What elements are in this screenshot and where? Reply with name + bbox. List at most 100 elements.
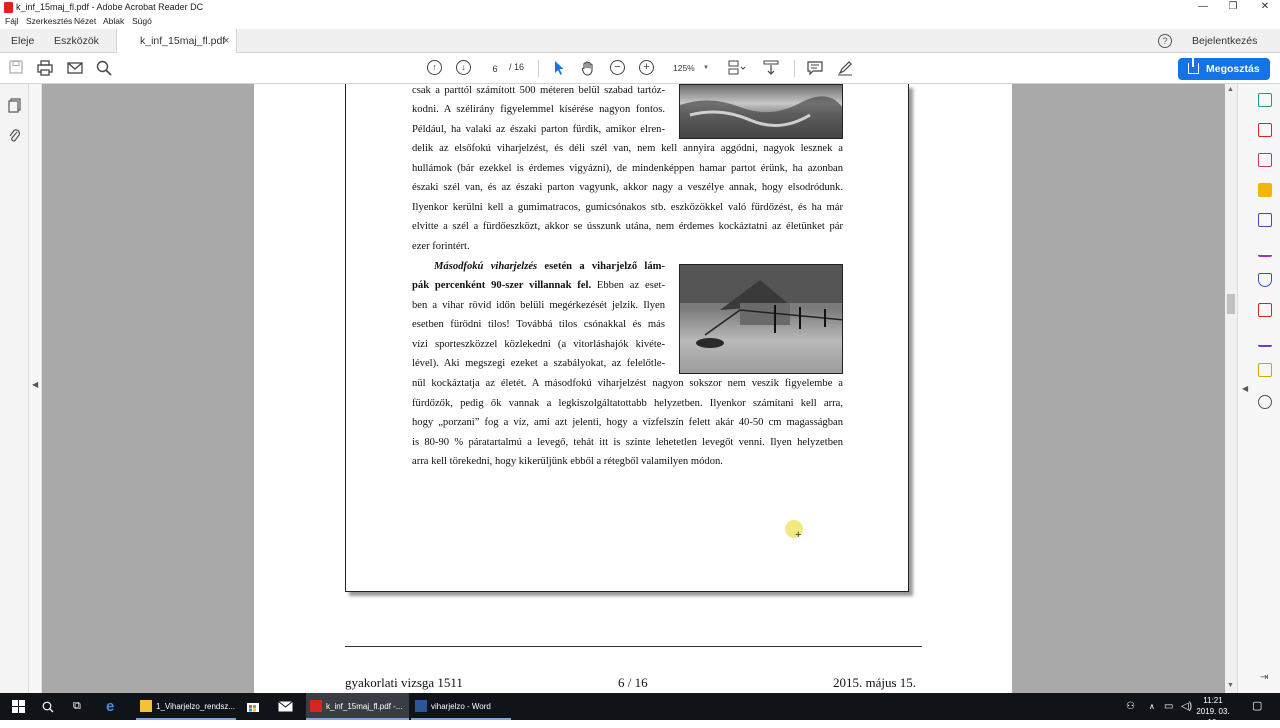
edit-pdf-icon[interactable] [1258,303,1272,317]
left-navigation-pane [0,84,29,693]
share-button[interactable]: Megosztás [1178,58,1270,80]
people-icon[interactable]: ⚇ [1126,693,1135,720]
scanned-page-image: csak a parttól számított 500 méteren bel… [345,84,909,592]
send-for-signature-icon[interactable] [1258,333,1272,347]
expand-pane-icon[interactable]: ⇥ [1260,672,1268,683]
doc-line: Ilyenkor kerülni kell a gumimatracos, gu… [412,202,843,213]
folder-icon [140,700,152,712]
highlight-pen-icon[interactable] [837,60,853,76]
tab-tools[interactable]: Eszközök [42,29,114,53]
send-for-review-icon[interactable] [1258,363,1272,377]
doc-line: esetben fürödni tilos! Továbbá tilos csó… [412,319,665,330]
volume-icon[interactable]: ◁) [1181,693,1192,720]
more-tools-icon[interactable] [1258,395,1272,409]
page-thumbnails-icon[interactable] [8,98,21,113]
help-icon[interactable]: ? [1158,34,1172,48]
document-viewport[interactable]: csak a parttól számított 500 méteren bel… [42,84,1225,693]
system-clock[interactable]: 11:21 2019. 03. 10. [1192,695,1234,728]
restore-icon[interactable]: ❐ [1218,0,1248,15]
search-icon[interactable] [42,693,54,720]
select-tool-icon[interactable] [551,60,567,76]
doc-line: elvitte a szél a fürdőeszközt, akkor se … [412,221,843,232]
previous-page-icon[interactable]: ↑ [427,60,442,75]
window-titlebar: k_inf_15maj_fl.pdf - Adobe Acrobat Reade… [0,0,1280,15]
tab-document[interactable]: k_inf_15maj_fl.pdf × [116,29,237,54]
beach-fence-photo [679,264,843,374]
doc-line: fürdőzők, pedig ők vannak a legkiszolgál… [412,398,843,409]
notifications-icon[interactable]: ▢ [1252,693,1262,720]
doc-line: csak a parttól számított 500 méteren bel… [412,85,665,96]
page-display-icon[interactable] [728,60,746,76]
doc-line: Másodfokú viharjelzés esetén a viharjelz… [434,261,665,272]
save-icon[interactable] [8,60,24,76]
footer-page-number: 6 / 16 [618,675,648,690]
protect-icon[interactable] [1258,273,1272,287]
acrobat-app-icon [4,2,13,13]
tab-home[interactable]: Eleje [0,29,42,53]
page-total: / 16 [509,62,525,72]
fill-sign-icon[interactable] [1258,243,1272,257]
next-page-icon[interactable]: ↓ [456,60,471,75]
comment-tool-icon[interactable] [1258,183,1272,197]
zoom-dropdown[interactable]: 125% ▼ [668,60,714,77]
doc-text: Ebben az eset- [591,280,665,291]
taskbar-app-acrobat[interactable]: k_inf_15maj_fl.pdf -... [306,693,409,720]
taskbar-app-label: viharjelzo - Word [431,702,491,711]
menu-file[interactable]: Fájl [5,16,19,26]
taskbar-app-explorer[interactable]: 1_Viharjelzo_rendsz... [136,693,236,720]
doc-bold-text: pák percenként 90-szer villannak fel. [412,280,592,291]
scrollbar-thumb[interactable] [1227,294,1235,314]
chevron-up-icon[interactable]: ∧ [1149,693,1155,720]
start-icon[interactable] [12,693,28,720]
menu-help[interactable]: Súgó [132,16,152,26]
print-icon[interactable] [37,60,53,76]
toolbar-separator [538,60,539,77]
zoom-out-icon[interactable]: − [610,60,625,75]
doc-line: északi szél van, és az északi parton vag… [412,182,843,193]
menu-bar: Fájl Szerkesztés Nézet Ablak Súgó [0,15,1280,29]
scrolling-mode-icon[interactable] [763,60,779,76]
edge-icon[interactable]: e [106,693,114,720]
doc-line: hogy „porzani” fog a víz, ami azt jelent… [412,417,843,428]
comment-icon[interactable] [807,60,823,76]
attachments-icon[interactable] [8,128,21,143]
scroll-up-icon[interactable]: ▲ [1227,86,1234,93]
store-icon[interactable] [246,693,262,720]
combine-files-icon[interactable] [1258,213,1272,227]
left-pane-toggle[interactable]: ◀ [29,84,42,693]
window-title: k_inf_15maj_fl.pdf - Adobe Acrobat Reade… [16,2,204,12]
page-number-input[interactable]: 6 [481,60,509,77]
menu-edit[interactable]: Szerkesztés [26,16,72,26]
task-view-icon[interactable]: ⧉ [73,693,81,720]
clock-date: 2019. 03. 10. [1196,707,1230,727]
create-pdf-icon[interactable] [1258,123,1272,137]
menu-window[interactable]: Ablak [103,16,124,26]
email-icon[interactable] [67,60,83,76]
zoom-in-icon[interactable]: + [639,60,654,75]
signin-link[interactable]: Bejelentkezés [1192,29,1257,53]
tab-document-label: k_inf_15maj_fl.pdf [140,35,226,47]
footer-date: 2015. május 15. [833,675,917,690]
tab-close-icon[interactable]: × [223,29,229,53]
doc-line: Például, ha valaki az északi parton fürd… [412,124,665,135]
chevron-down-icon: ▼ [703,65,709,71]
doc-line: vízi sporteszközzel közlekedni (a vitorl… [412,339,665,350]
close-icon[interactable]: ✕ [1250,0,1280,15]
mail-icon[interactable] [278,693,294,720]
clock-time: 11:21 [1203,696,1223,705]
vertical-scrollbar[interactable]: ▲ ▼ [1225,84,1237,693]
network-icon[interactable]: ▭ [1164,693,1173,720]
chevron-left-icon[interactable]: ◀ [1242,384,1248,393]
export-pdf-icon[interactable] [1258,93,1272,107]
minimize-icon[interactable]: — [1188,0,1218,15]
taskbar-app-word[interactable]: viharjelzo - Word [411,693,511,720]
menu-view[interactable]: Nézet [74,16,96,26]
chevron-left-icon: ◀ [32,380,39,389]
doc-line: delik az elsőfokú viharjelzést, és déli … [412,143,843,154]
scroll-down-icon[interactable]: ▼ [1227,682,1234,689]
organize-pages-icon[interactable] [1258,153,1272,167]
doc-line: nül kockáztatja az életét. A másodfokú v… [412,378,843,389]
search-icon[interactable] [96,60,112,76]
hand-tool-icon[interactable] [580,60,596,76]
word-icon [415,700,427,712]
